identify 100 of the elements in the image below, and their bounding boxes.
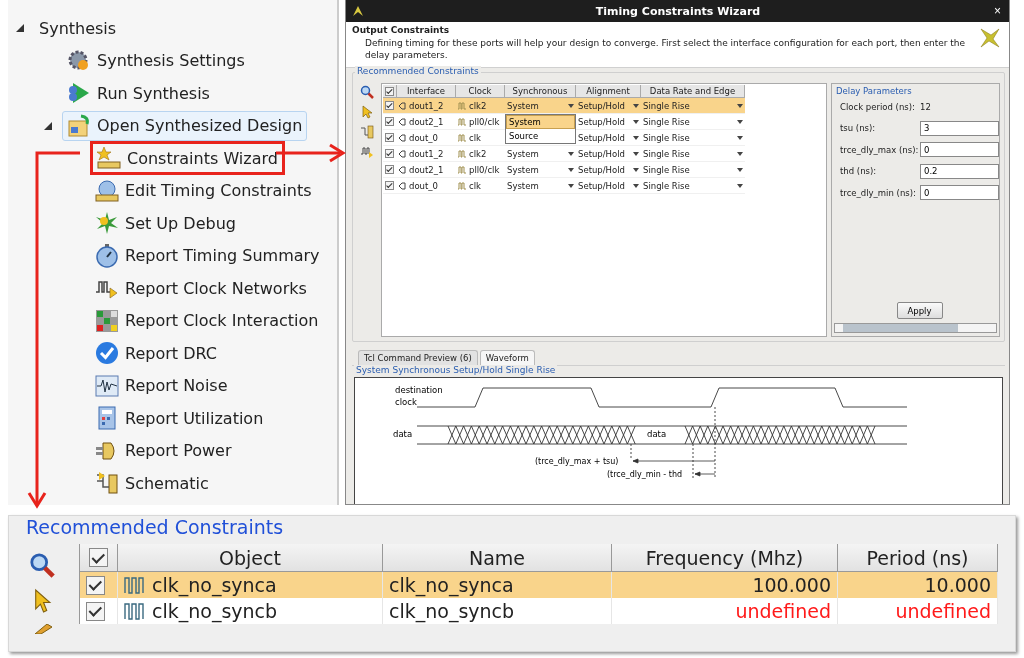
- caret-icon[interactable]: [568, 167, 574, 172]
- row-checkbox[interactable]: [385, 165, 394, 174]
- caret-icon[interactable]: [568, 183, 574, 188]
- dropdown-cell[interactable]: Single Rise: [641, 98, 745, 114]
- pointer-arrow: [276, 143, 346, 163]
- field-value: 12: [920, 101, 932, 112]
- pulse-arrow-icon[interactable]: [360, 145, 374, 159]
- caret-icon[interactable]: [633, 167, 639, 172]
- table-cell: 10.000: [838, 572, 998, 598]
- header-checkbox[interactable]: [89, 548, 108, 567]
- table-cell: clk_no_synca: [118, 572, 383, 598]
- table-cell: clk2: [456, 98, 505, 114]
- caret-icon[interactable]: [633, 183, 639, 188]
- caret-icon[interactable]: [633, 103, 639, 108]
- column-header[interactable]: Name: [383, 544, 612, 572]
- tree-item[interactable]: Open Synthesized Design: [62, 110, 308, 141]
- row-checkbox[interactable]: [385, 181, 394, 190]
- row-checkbox[interactable]: [385, 149, 394, 158]
- tab[interactable]: Tcl Command Preview (6): [358, 350, 478, 365]
- caret-icon[interactable]: [633, 151, 639, 156]
- caret-icon[interactable]: [737, 183, 743, 188]
- tree-item[interactable]: Report Noise: [90, 370, 233, 401]
- table-cell: undefined: [612, 598, 838, 624]
- column-header[interactable]: Object: [118, 544, 383, 572]
- search-icon[interactable]: [29, 552, 55, 578]
- caret-icon[interactable]: [737, 135, 743, 140]
- tree-item[interactable]: Schematic: [90, 468, 214, 499]
- gear-icon: [67, 48, 91, 73]
- value-field[interactable]: 0.2: [920, 163, 999, 179]
- row-checkbox[interactable]: [385, 117, 394, 126]
- field-label: trce_dly_min (ns):: [840, 187, 917, 198]
- row-checkbox[interactable]: [86, 575, 105, 595]
- logo-icon: [352, 5, 364, 17]
- tree-item[interactable]: Report DRC: [90, 338, 222, 369]
- caret-icon[interactable]: [737, 103, 743, 108]
- star-ruler-icon: [97, 146, 121, 171]
- caret-icon[interactable]: [633, 119, 639, 124]
- column-header[interactable]: Frequency (Mhz): [612, 544, 838, 572]
- caret-icon[interactable]: [737, 119, 743, 124]
- tree-item[interactable]: Set Up Debug: [90, 208, 241, 239]
- waveform-icon: [95, 373, 119, 398]
- column-header[interactable]: Period (ns): [838, 544, 998, 572]
- measurement-label: (trce_dly_min - thd: [607, 470, 683, 479]
- field-label: Clock period (ns):: [840, 101, 916, 112]
- row-checkbox[interactable]: [385, 101, 394, 110]
- tree-item[interactable]: Edit Timing Constraints: [90, 175, 317, 206]
- caret-icon[interactable]: [568, 151, 574, 156]
- column-header[interactable]: Data Rate and Edge: [641, 85, 745, 98]
- value-field[interactable]: 0: [920, 185, 999, 201]
- signal-label: data: [647, 429, 667, 439]
- caret-icon[interactable]: [737, 151, 743, 156]
- signal-label: data: [393, 429, 413, 439]
- tree-item[interactable]: Report Timing Summary: [90, 240, 325, 271]
- row-checkbox[interactable]: [86, 601, 105, 621]
- calculator-icon: [95, 406, 119, 431]
- field-label: tsu (ns):: [840, 123, 877, 134]
- expanded-arrow-icon[interactable]: [16, 24, 24, 33]
- tree-item[interactable]: Report Utilization: [90, 403, 269, 434]
- page-heading: Output Constraints: [352, 25, 451, 35]
- table-cell: clk_no_syncb: [383, 598, 612, 624]
- tree-item[interactable]: Run Synthesis: [62, 78, 215, 109]
- header-checkbox[interactable]: [385, 86, 394, 96]
- tree-item[interactable]: Synthesis Settings: [62, 45, 250, 76]
- group-title: System Synchronous Setup/Hold Single Rise: [354, 365, 558, 375]
- dropdown-cell[interactable]: Setup/Hold: [576, 98, 641, 114]
- cursor-icon[interactable]: [360, 105, 374, 119]
- caret-icon[interactable]: [633, 135, 639, 140]
- table-cell: clk_no_syncb: [118, 598, 383, 624]
- pulse-icon: [124, 602, 144, 620]
- tab[interactable]: Waveform: [479, 350, 535, 365]
- dropdown-option[interactable]: System: [506, 115, 575, 129]
- close-button[interactable]: ×: [992, 4, 1003, 18]
- row-checkbox[interactable]: [385, 133, 394, 142]
- page-description: Defining timing for these ports will help your design to converge. First select the interface configuration for each port, then enter the delay parameters.: [364, 37, 967, 61]
- tree-item[interactable]: Synthesis: [34, 15, 122, 41]
- field-label: trce_dly_max (ns):: [840, 144, 920, 155]
- dropdown-cell[interactable]: System: [505, 98, 576, 114]
- tree-item[interactable]: Report Clock Interaction: [90, 305, 324, 336]
- apply-button[interactable]: Apply: [896, 302, 943, 319]
- table-cell: dout1_2: [397, 98, 456, 114]
- scrollbar[interactable]: [834, 323, 997, 333]
- search-icon[interactable]: [360, 85, 374, 99]
- expanded-arrow-icon[interactable]: [44, 121, 52, 130]
- value-field[interactable]: 0: [920, 142, 999, 158]
- folder-icon: [67, 113, 91, 138]
- column-header[interactable]: Interface: [397, 85, 456, 98]
- column-header[interactable]: Alignment: [576, 85, 641, 98]
- stopwatch-icon: [95, 243, 119, 268]
- tree-item[interactable]: Report Power: [90, 435, 237, 466]
- tree-item[interactable]: Constraints Wizard: [90, 141, 285, 176]
- table-cell: 100.000: [612, 572, 838, 598]
- column-header[interactable]: Synchronous: [505, 85, 576, 98]
- caret-icon[interactable]: [568, 103, 574, 108]
- value-field[interactable]: 3: [920, 120, 999, 136]
- column-header[interactable]: Clock: [456, 85, 505, 98]
- schematic-icon[interactable]: [360, 125, 374, 139]
- tree-item[interactable]: Report Clock Networks: [90, 273, 312, 304]
- measurement-label: (trce_dly_max + tsu): [535, 457, 619, 466]
- caret-icon[interactable]: [737, 167, 743, 172]
- stopwatch-ruler-icon: [95, 178, 119, 203]
